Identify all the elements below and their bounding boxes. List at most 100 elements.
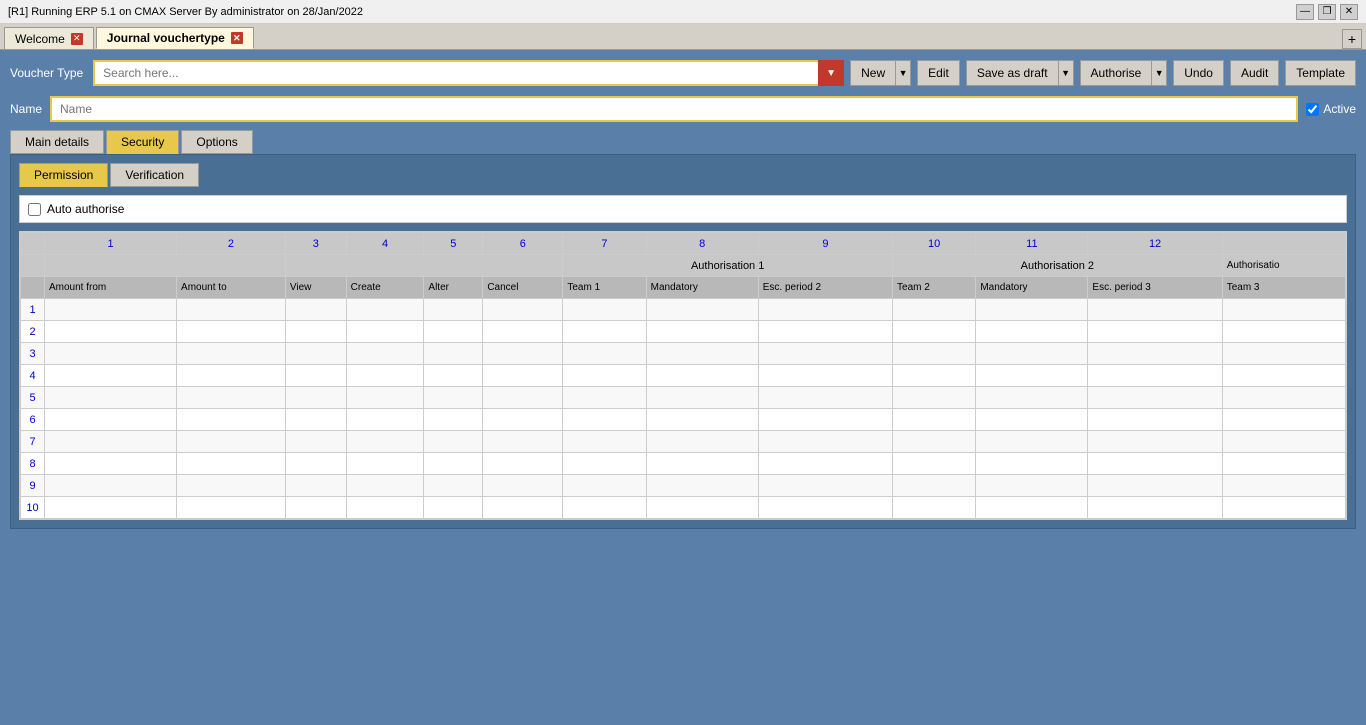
grid-cell[interactable] [758,431,892,453]
grid-cell[interactable] [285,387,346,409]
authorise-dropdown-button[interactable]: ▼ [1151,60,1167,86]
grid-cell[interactable] [1222,497,1345,519]
grid-cell[interactable] [483,475,563,497]
grid-cell[interactable] [45,409,177,431]
grid-cell[interactable] [1222,321,1345,343]
grid-cell[interactable] [976,343,1088,365]
grid-cell[interactable] [45,387,177,409]
grid-cell[interactable] [976,365,1088,387]
grid-cell[interactable] [346,321,424,343]
grid-cell[interactable] [893,497,976,519]
grid-cell[interactable] [758,475,892,497]
grid-cell[interactable] [563,475,646,497]
grid-cell[interactable] [646,497,758,519]
grid-cell[interactable] [563,299,646,321]
template-button[interactable]: Template [1285,60,1356,86]
grid-cell[interactable] [758,365,892,387]
grid-cell[interactable] [483,431,563,453]
grid-cell[interactable] [646,431,758,453]
auto-authorise-checkbox[interactable] [28,203,41,216]
grid-cell[interactable] [893,409,976,431]
grid-cell[interactable] [646,453,758,475]
grid-cell[interactable] [758,299,892,321]
active-checkbox[interactable] [1306,103,1319,116]
grid-cell[interactable] [285,321,346,343]
grid-cell[interactable] [563,343,646,365]
grid-cell[interactable] [758,387,892,409]
grid-cell[interactable] [346,387,424,409]
grid-cell[interactable] [424,387,483,409]
grid-cell[interactable] [45,453,177,475]
grid-cell[interactable] [424,453,483,475]
grid-cell[interactable] [483,409,563,431]
grid-cell[interactable] [1222,387,1345,409]
close-button[interactable]: ✕ [1340,4,1358,20]
grid-cell[interactable] [483,365,563,387]
tab-journal[interactable]: Journal vouchertype ✕ [96,27,254,49]
grid-cell[interactable] [1222,431,1345,453]
grid-cell[interactable] [424,475,483,497]
grid-cell[interactable] [646,475,758,497]
edit-button[interactable]: Edit [917,60,960,86]
grid-cell[interactable] [346,343,424,365]
grid-cell[interactable] [1222,365,1345,387]
tab-security[interactable]: Security [106,130,179,154]
search-input[interactable] [93,60,844,86]
grid-cell[interactable] [285,299,346,321]
tab-close-journal[interactable]: ✕ [231,32,243,44]
grid-cell[interactable] [976,475,1088,497]
grid-cell[interactable] [758,453,892,475]
grid-cell[interactable] [285,475,346,497]
grid-cell[interactable] [424,365,483,387]
tab-options[interactable]: Options [181,130,252,154]
grid-cell[interactable] [45,343,177,365]
grid-cell[interactable] [1222,453,1345,475]
grid-cell[interactable] [483,321,563,343]
grid-cell[interactable] [758,497,892,519]
grid-cell[interactable] [1088,365,1222,387]
new-dropdown-button[interactable]: ▼ [895,60,911,86]
grid-cell[interactable] [45,299,177,321]
grid-cell[interactable] [1088,453,1222,475]
grid-cell[interactable] [346,409,424,431]
grid-cell[interactable] [285,453,346,475]
sub-tab-permission[interactable]: Permission [19,163,108,187]
grid-cell[interactable] [646,343,758,365]
grid-cell[interactable] [45,497,177,519]
grid-cell[interactable] [177,343,286,365]
grid-cell[interactable] [483,343,563,365]
grid-cell[interactable] [45,321,177,343]
grid-cell[interactable] [1088,299,1222,321]
grid-cell[interactable] [893,431,976,453]
grid-cell[interactable] [1088,409,1222,431]
grid-cell[interactable] [483,497,563,519]
grid-cell[interactable] [346,453,424,475]
grid-cell[interactable] [45,365,177,387]
grid-cell[interactable] [1222,343,1345,365]
new-button[interactable]: New [850,60,895,86]
grid-cell[interactable] [424,299,483,321]
grid-cell[interactable] [177,475,286,497]
grid-cell[interactable] [976,321,1088,343]
grid-cell[interactable] [893,387,976,409]
grid-cell[interactable] [177,409,286,431]
grid-cell[interactable] [1088,321,1222,343]
grid-cell[interactable] [893,453,976,475]
grid-cell[interactable] [976,387,1088,409]
grid-cell[interactable] [346,475,424,497]
grid-cell[interactable] [563,365,646,387]
grid-cell[interactable] [424,497,483,519]
save-as-draft-button[interactable]: Save as draft [966,60,1058,86]
tab-close-welcome[interactable]: ✕ [71,33,83,45]
grid-cell[interactable] [1222,299,1345,321]
grid-cell[interactable] [758,321,892,343]
undo-button[interactable]: Undo [1173,60,1224,86]
grid-cell[interactable] [563,387,646,409]
grid-cell[interactable] [177,453,286,475]
grid-cell[interactable] [893,365,976,387]
grid-cell[interactable] [483,387,563,409]
grid-cell[interactable] [1088,497,1222,519]
restore-button[interactable]: ❐ [1318,4,1336,20]
grid-cell[interactable] [893,321,976,343]
grid-cell[interactable] [976,453,1088,475]
